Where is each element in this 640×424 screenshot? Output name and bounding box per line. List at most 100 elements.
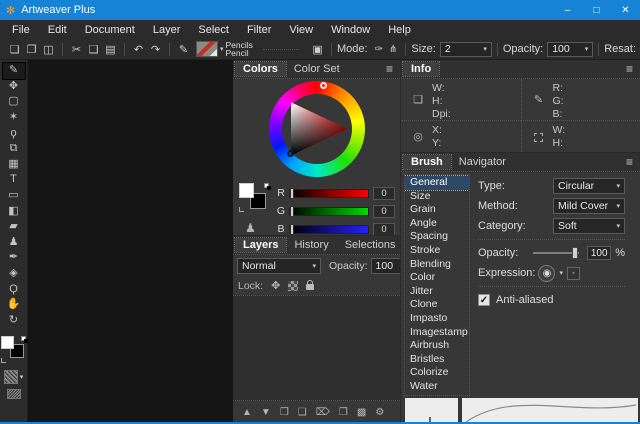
- shape-tool[interactable]: ▭: [3, 188, 25, 204]
- swap-colors-icon[interactable]: [1, 358, 6, 363]
- blue-slider-handle[interactable]: [290, 224, 294, 235]
- tab-history[interactable]: History: [286, 238, 336, 252]
- brush-opacity-field[interactable]: 100: [587, 246, 611, 260]
- copy-icon[interactable]: ❑: [85, 43, 102, 56]
- brush-category-size[interactable]: Size: [405, 190, 469, 204]
- brush-method-select[interactable]: Mild Cover ▾: [553, 198, 625, 214]
- eyedropper-tool[interactable]: ✒: [3, 250, 25, 266]
- brush-category-angle[interactable]: Angle: [405, 217, 469, 231]
- stamp-icon[interactable]: ♟: [245, 221, 275, 235]
- brush-tool-icon[interactable]: ✎: [175, 43, 192, 56]
- brush-type-select[interactable]: Circular ▾: [553, 178, 625, 194]
- size-select[interactable]: 2 ▾: [440, 42, 492, 57]
- lock-all-icon[interactable]: [306, 284, 314, 290]
- eraser-tool[interactable]: ▰: [3, 219, 25, 235]
- brush-preset-caret-icon[interactable]: ▾: [220, 45, 224, 53]
- brush-category-bristles[interactable]: Bristles: [405, 353, 469, 367]
- zoom-tool[interactable]: Ϙ: [3, 281, 25, 297]
- rotate-canvas-tool[interactable]: ↻: [3, 313, 25, 329]
- brush-opacity-slider-handle[interactable]: [572, 247, 578, 259]
- lasso-tool[interactable]: ϙ: [3, 125, 25, 141]
- crop-tool[interactable]: ⧉: [3, 141, 25, 157]
- paste-icon[interactable]: ▤: [102, 43, 119, 56]
- tab-brush[interactable]: Brush: [403, 155, 451, 169]
- brush-category-general[interactable]: General: [405, 176, 469, 190]
- blue-value-field[interactable]: 0: [373, 223, 395, 236]
- menu-item-edit[interactable]: Edit: [39, 24, 76, 36]
- redo-icon[interactable]: ↷: [147, 43, 164, 56]
- minimize-button[interactable]: –: [553, 0, 582, 20]
- triangle-selector[interactable]: [287, 150, 294, 157]
- opacity-select[interactable]: 100 ▾: [547, 42, 593, 57]
- brush-preset-preview[interactable]: [196, 41, 218, 57]
- menu-item-window[interactable]: Window: [322, 24, 379, 36]
- move-layer-up-icon[interactable]: ▲: [242, 407, 252, 418]
- tab-colors[interactable]: Colors: [235, 62, 286, 76]
- chevron-down-icon[interactable]: ▾: [559, 269, 563, 277]
- expression-source-icon[interactable]: ◉: [538, 265, 555, 282]
- move-tool[interactable]: ✥: [3, 79, 25, 95]
- magic-wand-tool[interactable]: ✶: [3, 110, 25, 126]
- maximize-button[interactable]: □: [582, 0, 611, 20]
- brush-opacity-slider[interactable]: [533, 252, 579, 254]
- erase-mode-icon[interactable]: ⋔: [389, 44, 397, 55]
- panel-toggle-icon[interactable]: ▣: [309, 43, 326, 56]
- menu-item-view[interactable]: View: [280, 24, 322, 36]
- antialiased-checkbox[interactable]: [478, 294, 490, 306]
- new-document-icon[interactable]: ❏: [6, 43, 23, 56]
- open-document-icon[interactable]: ❐: [23, 43, 40, 56]
- red-slider[interactable]: [289, 189, 369, 198]
- brush-category-imagestamp[interactable]: Imagestamp: [405, 326, 469, 340]
- clone-stamp-tool[interactable]: ♟: [3, 235, 25, 251]
- default-colors-icon[interactable]: [21, 336, 26, 341]
- lock-transparency-icon[interactable]: [288, 281, 298, 291]
- menu-item-filter[interactable]: Filter: [238, 24, 280, 36]
- text-tool[interactable]: T: [3, 172, 25, 188]
- panel-menu-icon[interactable]: ≡: [621, 62, 638, 76]
- blue-slider[interactable]: [289, 225, 369, 234]
- new-layer-icon[interactable]: ❏: [298, 407, 307, 418]
- delete-layer-icon[interactable]: ⌦: [316, 407, 330, 418]
- brush-category-blending[interactable]: Blending: [405, 258, 469, 272]
- brush-subcategory-select[interactable]: Soft ▾: [553, 218, 625, 234]
- brush-category-color[interactable]: Color: [405, 271, 469, 285]
- layers-list[interactable]: [233, 295, 400, 401]
- paint-bucket-tool[interactable]: ◈: [3, 266, 25, 282]
- brush-category-grain[interactable]: Grain: [405, 203, 469, 217]
- gradient-tool[interactable]: ◧: [3, 203, 25, 219]
- tab-layers[interactable]: Layers: [235, 238, 286, 252]
- swap-colors-icon[interactable]: [239, 207, 244, 212]
- undo-icon[interactable]: ↶: [130, 43, 147, 56]
- layer-mask-icon[interactable]: ▩: [357, 407, 366, 418]
- save-document-icon[interactable]: ◫: [40, 43, 57, 56]
- hue-ring-selector[interactable]: [320, 82, 327, 89]
- panel-menu-icon[interactable]: ≡: [381, 62, 398, 76]
- rect-select-tool[interactable]: ▢: [3, 94, 25, 110]
- menu-item-select[interactable]: Select: [189, 24, 238, 36]
- brush-category-jitter[interactable]: Jitter: [405, 285, 469, 299]
- duplicate-layer-icon[interactable]: ❐: [339, 407, 348, 418]
- tab-navigator[interactable]: Navigator: [451, 155, 514, 169]
- green-slider-handle[interactable]: [290, 206, 294, 217]
- hand-tool[interactable]: ✋: [3, 297, 25, 313]
- brush-category-spacing[interactable]: Spacing: [405, 230, 469, 244]
- foreground-color-swatch[interactable]: [239, 183, 254, 198]
- tab-info[interactable]: Info: [403, 62, 439, 76]
- menu-item-help[interactable]: Help: [379, 24, 420, 36]
- menu-item-file[interactable]: File: [3, 24, 39, 36]
- tab-color-set[interactable]: Color Set: [286, 62, 348, 76]
- paintbrush-tool[interactable]: ✎: [3, 63, 25, 79]
- pattern-swatch[interactable]: [4, 370, 18, 384]
- menu-item-layer[interactable]: Layer: [144, 24, 190, 36]
- foreground-color-swatch[interactable]: [1, 336, 14, 349]
- brush-category-stroke[interactable]: Stroke: [405, 244, 469, 258]
- paint-mode-icon[interactable]: ✑: [375, 44, 383, 55]
- brush-category-colorize[interactable]: Colorize: [405, 366, 469, 380]
- cut-icon[interactable]: ✂: [68, 43, 85, 56]
- color-wheel[interactable]: [269, 81, 365, 177]
- brush-category-impasto[interactable]: Impasto: [405, 312, 469, 326]
- move-layer-down-icon[interactable]: ▼: [261, 407, 271, 418]
- chevron-down-icon[interactable]: ▾: [20, 373, 24, 381]
- close-button[interactable]: ✕: [611, 0, 640, 20]
- panel-menu-icon[interactable]: ≡: [621, 155, 638, 169]
